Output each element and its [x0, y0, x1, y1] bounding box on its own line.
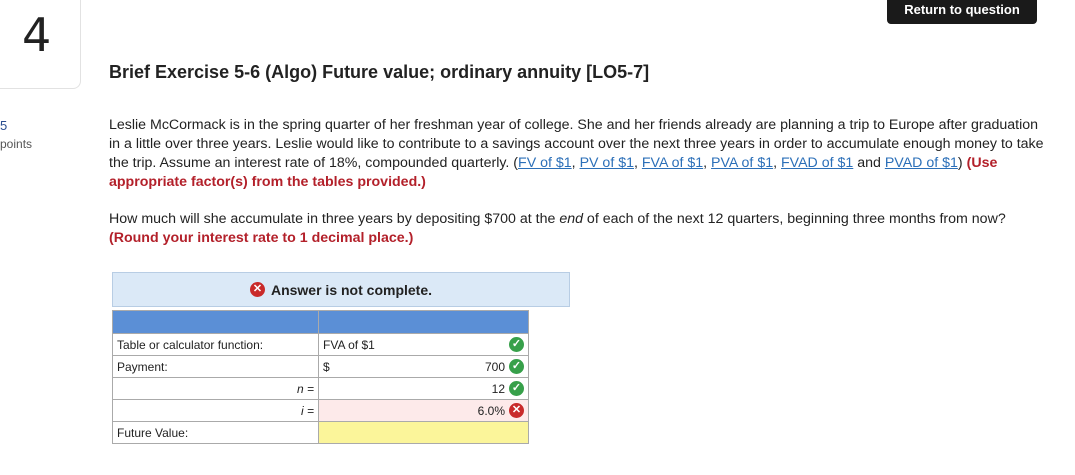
question-number: 4 [22, 8, 52, 62]
link-pvad-of-1[interactable]: PVAD of $1 [885, 155, 958, 171]
periods-value: 12 [491, 381, 505, 396]
link-pv-of-1[interactable]: PV of $1 [580, 155, 634, 171]
rate-cell[interactable]: 6.0% ✕ [318, 399, 529, 422]
points-value: 5 [0, 118, 8, 133]
future-value-input[interactable] [318, 421, 529, 444]
row-label: Table or calculator function: [112, 333, 319, 356]
header-cell [112, 310, 319, 334]
check-icon: ✓ [509, 359, 524, 374]
link-pva-of-1[interactable]: PVA of $1 [711, 155, 773, 171]
banner-text: Answer is not complete. [270, 281, 433, 298]
table-row: Future Value: [112, 421, 529, 444]
question-paragraph: How much will she accumulate in three ye… [109, 210, 1044, 248]
periods-cell[interactable]: 12 ✓ [318, 377, 529, 400]
link-fva-of-1[interactable]: FVA of $1 [642, 155, 703, 171]
question-number-box: 4 [0, 0, 81, 89]
question-text: How much will she accumulate in three ye… [109, 211, 560, 227]
link-fv-of-1[interactable]: FV of $1 [518, 155, 572, 171]
separator: ) [957, 155, 967, 171]
table-header-row [112, 310, 529, 334]
answer-status-banner: ✕ Answer is not complete. [112, 272, 570, 307]
table-row: Payment: $ 700 ✓ [112, 355, 529, 378]
row-label: Payment: [112, 355, 319, 378]
check-icon: ✓ [509, 381, 524, 396]
incorrect-icon: ✕ [249, 282, 265, 297]
payment-cell[interactable]: $ 700 ✓ [318, 355, 529, 378]
link-fvad-of-1[interactable]: FVAD of $1 [781, 155, 853, 171]
incorrect-icon: ✕ [509, 403, 524, 418]
header-cell [318, 310, 529, 334]
table-row: Table or calculator function: FVA of $1 … [112, 333, 529, 356]
return-to-question-button[interactable]: Return to question [887, 0, 1037, 24]
rate-value: 6.0% [477, 403, 505, 418]
payment-value: 700 [484, 359, 505, 374]
separator: and [853, 155, 885, 171]
function-cell[interactable]: FVA of $1 ✓ [318, 333, 529, 356]
row-label: n = [112, 377, 319, 400]
table-row: n = 12 ✓ [112, 377, 529, 400]
table-row: i = 6.0% ✕ [112, 399, 529, 422]
question-text: of each of the next 12 quarters, beginni… [582, 211, 1006, 227]
calculation-table: Table or calculator function: FVA of $1 … [112, 310, 529, 444]
row-label: i = [112, 399, 319, 422]
row-label: Future Value: [112, 421, 319, 444]
separator: , [773, 155, 781, 171]
check-icon: ✓ [509, 337, 524, 352]
separator: , [703, 155, 712, 171]
exercise-title: Brief Exercise 5-6 (Algo) Future value; … [109, 62, 650, 82]
separator: , [634, 155, 642, 171]
rounding-instruction: (Round your interest rate to 1 decimal p… [109, 230, 414, 246]
question-emphasis: end [559, 211, 583, 227]
currency-symbol: $ [323, 359, 330, 374]
points-label: points [0, 137, 33, 151]
function-value: FVA of $1 [323, 337, 375, 352]
separator: , [571, 155, 580, 171]
problem-paragraph: Leslie McCormack is in the spring quarte… [109, 116, 1044, 192]
